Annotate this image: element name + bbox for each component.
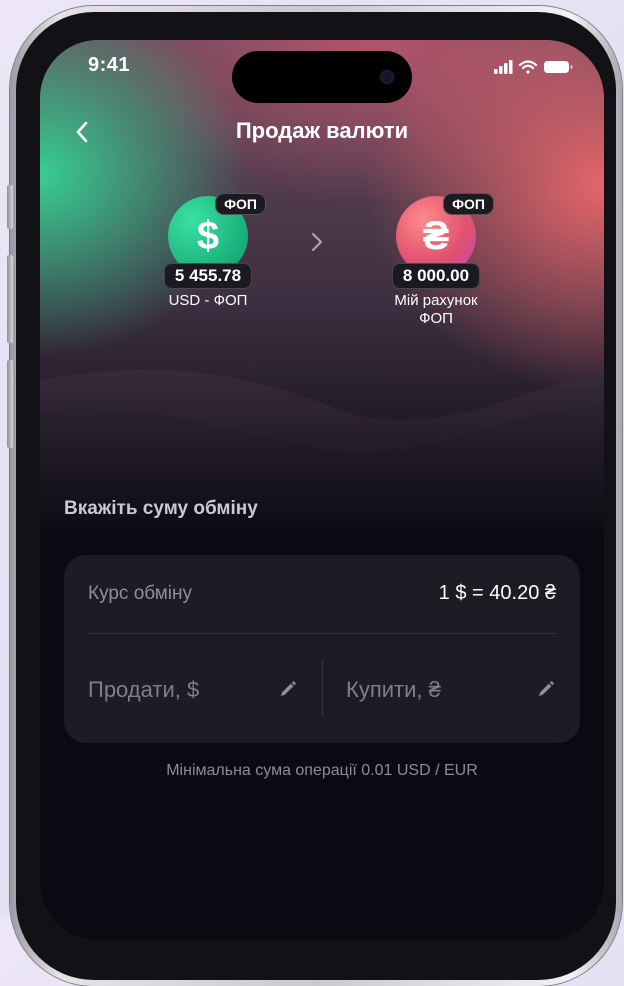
signal-icon	[494, 60, 513, 74]
to-account[interactable]: ₴ ФОП 8 000.00 Мій рахунок ФОП	[346, 193, 526, 328]
buy-amount-field[interactable]: Купити, ₴	[346, 659, 556, 717]
status-bar: 9:41	[40, 40, 604, 110]
to-account-label-line2: ФОП	[419, 310, 453, 327]
to-account-balance: 8 000.00	[391, 263, 481, 289]
page-title: Продаж валюти	[235, 118, 409, 143]
nav-bar: Продаж валюти	[40, 114, 604, 154]
buy-amount-placeholder: Купити, ₴	[346, 677, 441, 702]
from-currency-symbol: $	[196, 213, 220, 258]
from-account[interactable]: $ ФОП 5 455.78 USD - ФОП	[118, 193, 298, 310]
wifi-icon	[518, 60, 538, 74]
chevron-right-icon	[310, 228, 324, 262]
to-account-label-line1: Мій рахунок	[394, 292, 478, 309]
status-time: 9:41	[88, 54, 131, 76]
from-account-label: USD - ФОП	[168, 292, 248, 309]
pencil-icon	[281, 681, 296, 696]
camera-lens	[380, 70, 394, 84]
card-divider	[88, 633, 556, 634]
from-account-balance: 5 455.78	[163, 263, 253, 289]
sell-amount-field[interactable]: Продати, $	[88, 659, 298, 717]
volume-up-button	[7, 255, 13, 343]
exchange-card: Курс обміну 1 $ = 40.20 ₴ Продати, $ Куп…	[64, 555, 580, 743]
pencil-icon	[539, 681, 554, 696]
to-account-badge: ФОП	[443, 193, 494, 215]
volume-down-button	[7, 360, 13, 448]
from-account-badge: ФОП	[215, 193, 266, 215]
rate-value: 1 $ = 40.20 ₴	[438, 582, 556, 604]
dollar-icon: $ ФОП 5 455.78	[163, 193, 266, 289]
status-icons	[494, 58, 574, 76]
rate-label: Курс обміну	[88, 583, 193, 604]
sell-amount-placeholder: Продати, $	[88, 677, 200, 702]
section-title: Вкажіть суму обміну	[64, 498, 258, 519]
battery-icon	[544, 61, 573, 73]
to-account-label: Мій рахунок ФОП	[346, 292, 526, 328]
to-currency-symbol: ₴	[422, 213, 450, 258]
app-screen: 9:41 Продаж валюти $ ФОП 5 455.78 USD - …	[40, 40, 604, 940]
minimum-amount-hint: Мінімальна сума операції 0.01 USD / EUR	[166, 762, 478, 779]
hryvnia-icon: ₴ ФОП 8 000.00	[391, 193, 494, 289]
field-divider	[322, 659, 323, 717]
dynamic-island	[232, 51, 412, 103]
action-button	[7, 185, 13, 229]
